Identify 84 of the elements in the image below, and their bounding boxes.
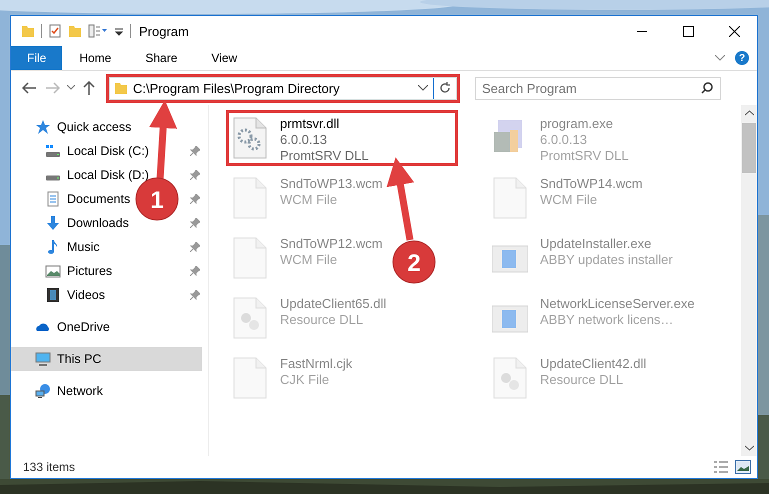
file-name: SndToWP14.wcm <box>540 176 643 192</box>
close-icon <box>728 26 740 36</box>
scroll-up-icon[interactable] <box>744 110 754 116</box>
gear-document-icon <box>232 296 268 340</box>
file-detail: ABBY network licens… <box>540 312 674 328</box>
navigation-label: This PC <box>57 352 102 366</box>
navigation-item[interactable]: Downloads <box>11 211 133 235</box>
ribbon-tab[interactable]: Share <box>128 46 194 70</box>
document-icon <box>492 176 528 220</box>
properties-icon[interactable] <box>48 24 62 38</box>
file-name: prmtsvr.dll <box>280 116 340 132</box>
item-count: 133 items <box>23 460 76 474</box>
navigation-item[interactable]: Local Disk (C:) <box>11 139 153 163</box>
navigation-label: Downloads <box>67 216 129 230</box>
ribbon-tab[interactable]: View <box>194 46 254 70</box>
navigation-item[interactable]: Network <box>11 379 107 403</box>
document-icon <box>232 176 268 220</box>
file-name: UpdateInstaller.exe <box>540 236 652 252</box>
scrollbar-thumb[interactable] <box>742 123 756 173</box>
computer-icon <box>35 351 51 367</box>
gear-document-icon <box>492 356 528 400</box>
file-item[interactable]: prmtsvr.dll 6.0.0.13 PromtSRV DLL <box>229 113 455 163</box>
file-name: SndToWP13.wcm <box>280 176 383 192</box>
ribbon-tab[interactable]: Home <box>62 46 128 70</box>
network-icon <box>35 383 51 399</box>
step-number-badge: 2 <box>392 240 436 284</box>
recent-locations-icon[interactable] <box>67 85 75 91</box>
navigation-item[interactable]: Documents <box>11 187 134 211</box>
navigation-label: OneDrive <box>57 320 110 334</box>
details-view-icon[interactable] <box>713 460 729 474</box>
maximize-icon <box>682 26 694 36</box>
documents-icon <box>45 191 61 207</box>
pictures-icon <box>45 263 61 279</box>
file-detail: WCM File <box>540 192 598 208</box>
navigation-label: Local Disk (C:) <box>67 144 149 158</box>
navigation-label: Quick access <box>57 120 132 134</box>
large-icons-view-icon[interactable] <box>735 460 751 474</box>
navigation-label: Music <box>67 240 100 254</box>
minimize-icon <box>637 30 647 32</box>
file-name: UpdateClient65.dll <box>280 296 386 312</box>
navigation-item[interactable]: OneDrive <box>11 315 114 339</box>
window-title: Program <box>139 24 189 38</box>
file-name: program.exe <box>540 116 614 132</box>
folder-icon <box>114 81 128 95</box>
system-drive-icon <box>45 143 61 159</box>
scroll-down-icon[interactable] <box>744 445 754 451</box>
file-detail: WCM File <box>280 192 338 208</box>
drive-icon <box>45 175 61 181</box>
file-name: SndToWP12.wcm <box>280 236 383 252</box>
navigation-item[interactable]: Quick access <box>11 115 136 139</box>
navigation-item[interactable]: Videos <box>11 283 109 307</box>
navigation-label: Videos <box>67 288 105 302</box>
downloads-icon <box>45 215 61 231</box>
file-detail: CJK File <box>280 372 330 388</box>
file-name: FastNrml.cjk <box>280 356 352 372</box>
file-detail: ABBY updates installer <box>540 252 673 268</box>
file-detail: PromtSRV DLL <box>280 148 369 164</box>
help-button[interactable]: ? <box>735 51 749 65</box>
file-name: NetworkLicenseServer.exe <box>540 296 695 312</box>
file-detail: Resource DLL <box>540 372 624 388</box>
star-icon <box>35 119 51 135</box>
document-icon <box>232 356 268 400</box>
scrollbar[interactable] <box>741 105 757 456</box>
navigation-item[interactable]: Pictures <box>11 259 116 283</box>
document-icon <box>232 236 268 280</box>
navigation-item[interactable]: This PC <box>11 347 202 371</box>
file-name: UpdateClient42.dll <box>540 356 646 372</box>
expand-ribbon-icon[interactable] <box>715 55 725 61</box>
navigation-label: Documents <box>67 192 130 206</box>
file-detail: Resource DLL <box>280 312 364 328</box>
videos-icon <box>45 287 61 303</box>
navigation-label: Pictures <box>67 264 112 278</box>
navigation-item[interactable]: Music <box>11 235 104 259</box>
gear-document-icon <box>232 116 268 160</box>
view-options-icon[interactable] <box>88 24 108 38</box>
search-field[interactable]: Search Program <box>475 76 721 100</box>
navigation-label: Network <box>57 384 103 398</box>
file-tab[interactable]: File <box>11 46 62 70</box>
file-detail: 6.0.0.13 <box>540 132 588 148</box>
dropdown-icon[interactable] <box>418 85 428 91</box>
file-detail: 6.0.0.13 <box>280 132 328 148</box>
file-detail: WCM File <box>280 252 338 268</box>
refresh-icon <box>439 82 451 94</box>
file-detail: PromtSRV DLL <box>540 148 629 164</box>
